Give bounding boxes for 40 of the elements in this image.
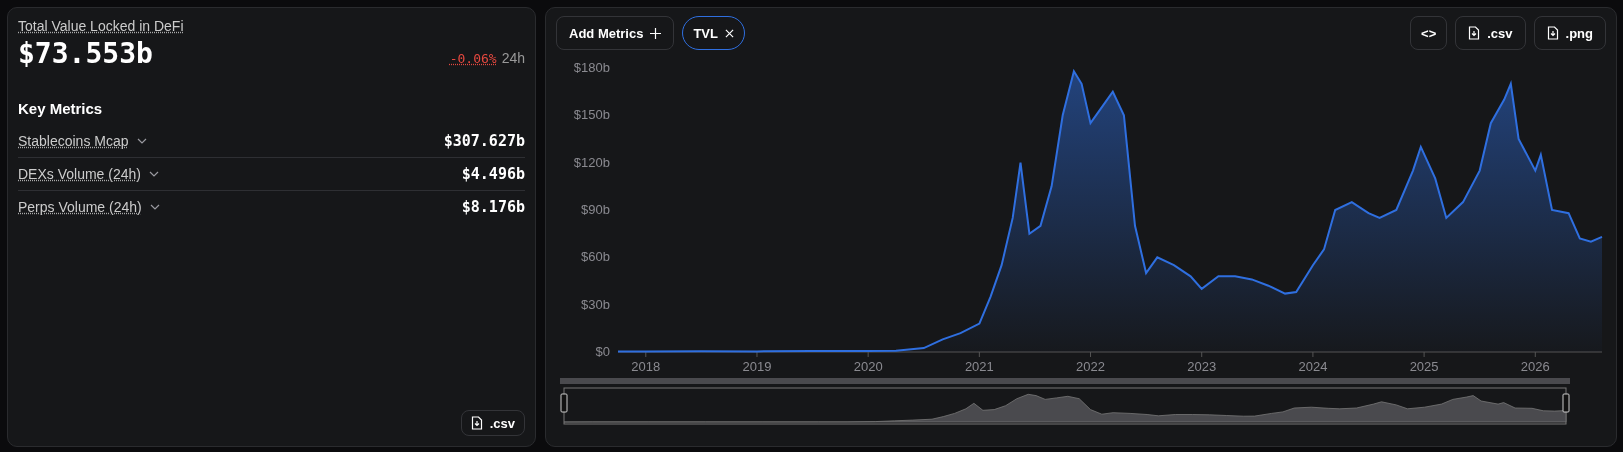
metric-value: $307.627b bbox=[443, 132, 525, 150]
plus-icon bbox=[650, 27, 662, 39]
download-button[interactable]: .csv bbox=[1455, 16, 1526, 50]
change-period: 24h bbox=[501, 50, 525, 66]
x-tick-label: 2019 bbox=[742, 359, 772, 374]
y-tick-label: $120b bbox=[573, 154, 610, 170]
file-download-icon bbox=[1546, 26, 1559, 40]
y-tick-label: $60b bbox=[581, 249, 610, 265]
metric-toggle[interactable]: Perps Volume (24h) bbox=[18, 199, 160, 215]
x-tick-label: 2020 bbox=[853, 359, 883, 374]
add-metrics-button[interactable]: Add Metrics bbox=[556, 16, 675, 50]
y-tick-label: $0 bbox=[595, 344, 610, 359]
file-download-icon bbox=[1468, 26, 1481, 40]
y-tick-label: $30b bbox=[581, 296, 610, 312]
metric-toggle[interactable]: DEXs Volume (24h) bbox=[18, 166, 159, 182]
x-tick-label: 2018 bbox=[631, 359, 661, 374]
file-download-icon bbox=[470, 416, 483, 430]
chevron-down-icon bbox=[136, 138, 147, 144]
close-icon bbox=[724, 28, 734, 38]
embed-button[interactable]: <> bbox=[1410, 16, 1448, 50]
section-title: Key Metrics bbox=[18, 100, 104, 117]
tvl-change: -0.06% bbox=[449, 51, 497, 66]
y-tick-label: $150b bbox=[573, 107, 610, 123]
tvl-title: Total Value Locked in DeFi bbox=[18, 18, 184, 34]
x-tick-label: 2025 bbox=[1409, 359, 1439, 374]
metric-value: $8.176b bbox=[461, 198, 525, 216]
x-tick-label: 2024 bbox=[1298, 359, 1328, 374]
csv-download-button[interactable]: .csv bbox=[460, 410, 525, 436]
y-tick-label: $90b bbox=[581, 202, 610, 217]
x-tick-label: 2026 bbox=[1520, 359, 1550, 374]
metric-toggle[interactable]: Stablecoins Mcap bbox=[18, 133, 147, 149]
download-button[interactable]: .png bbox=[1533, 16, 1606, 50]
chevron-down-icon bbox=[148, 171, 159, 177]
x-tick-label: 2022 bbox=[1076, 359, 1105, 374]
chevron-down-icon bbox=[149, 204, 160, 210]
tvl-value: $73.553b bbox=[18, 37, 154, 70]
metric-value: $4.496b bbox=[461, 165, 525, 183]
y-tick-label: $180b bbox=[573, 60, 610, 75]
x-tick-label: 2023 bbox=[1187, 359, 1217, 374]
x-tick-label: 2021 bbox=[964, 359, 994, 374]
